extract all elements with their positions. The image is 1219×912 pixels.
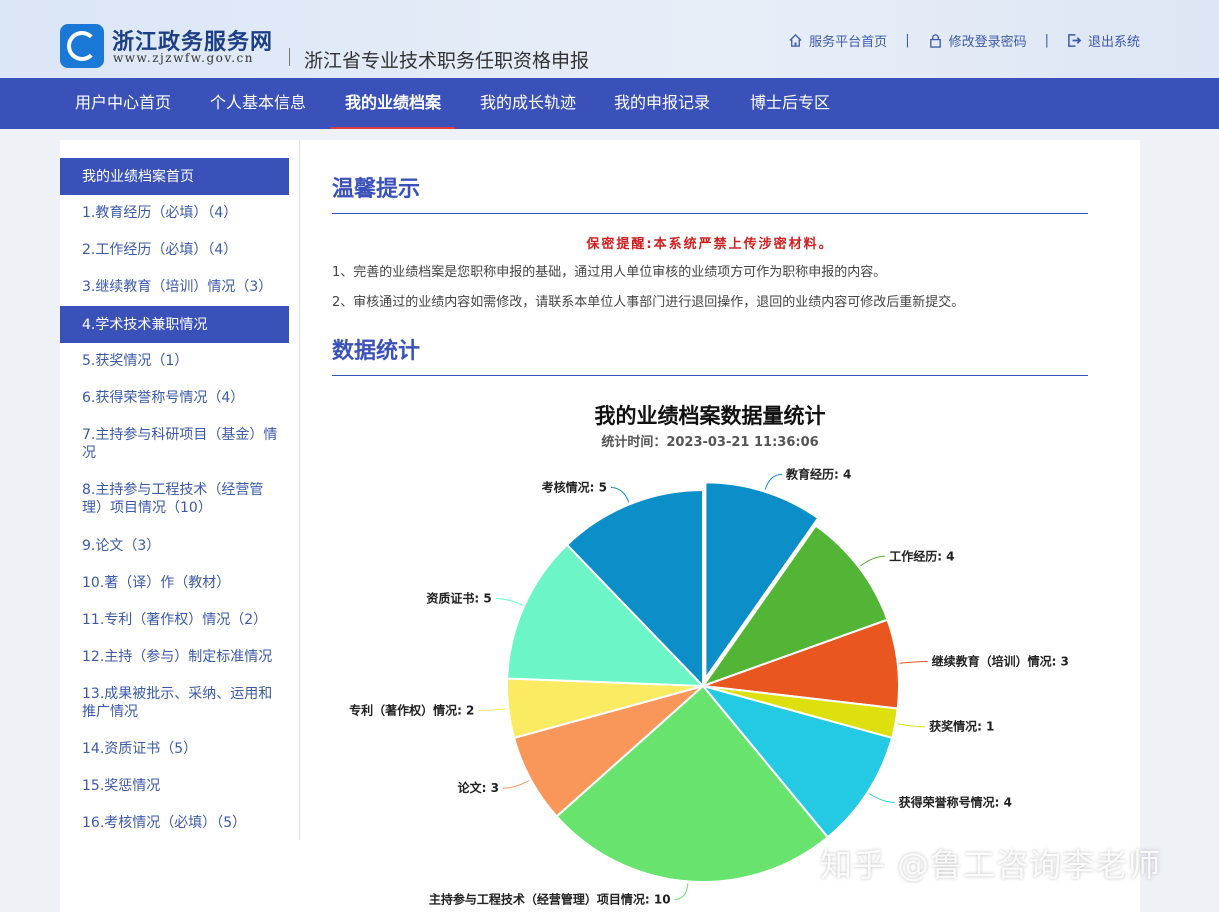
pie-leader-line <box>495 597 523 606</box>
pie-leader-line <box>899 660 928 664</box>
pie-leader-line <box>764 473 782 490</box>
pie-data-label: 专利（著作权）情况: 2 <box>349 703 474 718</box>
pie-leader-line <box>502 780 530 789</box>
pie-data-label: 获得荣誉称号情况: 4 <box>898 794 1012 809</box>
pie-data-label: 继续教育（培训）情况: 3 <box>932 653 1069 668</box>
watermark: 知乎 @鲁工咨询李老师 <box>820 846 1162 884</box>
pie-data-label: 获奖情况: 1 <box>928 719 994 734</box>
pie-data-label: 主持参与工程技术（经营管理）项目情况: 10 <box>429 891 671 906</box>
pie-data-label: 教育经历: 4 <box>785 466 851 481</box>
pie-leader-line <box>897 723 926 728</box>
pie-chart: 教育经历: 4 工作经历: 4 继续教育（培训）情况: 3 获奖情况: 1 获得荣誉称号… <box>349 466 1069 906</box>
pie-leader-line <box>860 555 886 567</box>
pie-leader-line <box>610 487 630 503</box>
pie-leader-line <box>868 793 895 803</box>
pie-data-label: 论文: 3 <box>458 780 499 795</box>
pie-leader-line <box>478 708 507 712</box>
pie-data-label: 工作经历: 4 <box>889 548 954 563</box>
pie-data-label: 考核情况: 5 <box>542 480 607 495</box>
pie-leader-line <box>674 883 689 900</box>
pie-data-label: 资质证书: 5 <box>426 590 491 605</box>
